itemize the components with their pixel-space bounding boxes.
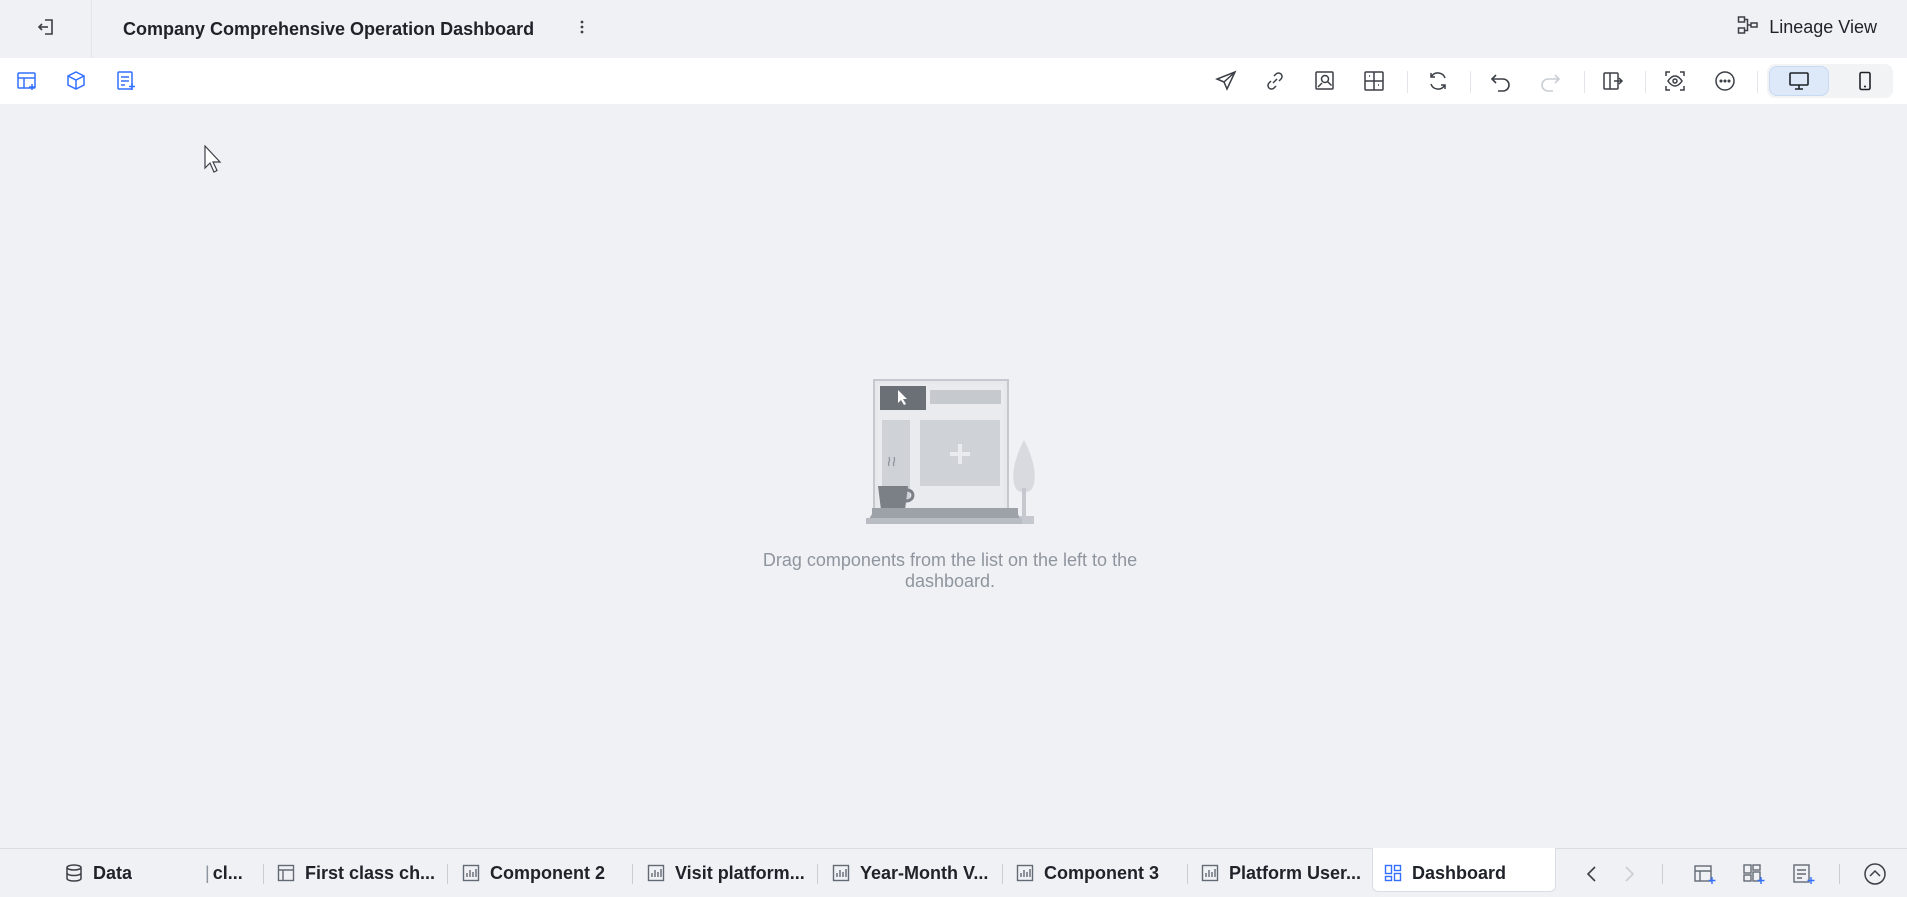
empty-state-message: Drag components from the list on the lef… — [762, 550, 1138, 591]
chart-icon — [1200, 863, 1220, 883]
exit-icon — [36, 17, 56, 42]
tab-platform-user[interactable]: Platform User... — [1200, 855, 1361, 891]
refresh-icon — [1430, 72, 1446, 90]
send-button[interactable] — [1214, 69, 1238, 93]
tab-label: First class ch... — [305, 862, 436, 883]
toolbar — [0, 58, 1907, 104]
send-icon — [1215, 70, 1237, 91]
title-more-button[interactable] — [572, 17, 592, 41]
mobile-mode-button[interactable] — [1845, 66, 1885, 96]
link-icon — [1267, 72, 1283, 90]
back-button[interactable] — [0, 0, 92, 58]
chart-icon — [646, 863, 666, 883]
tab-partial-edge: | — [205, 862, 210, 883]
preview-button[interactable] — [1663, 69, 1687, 93]
redo-icon — [1541, 74, 1561, 92]
vertical-ellipsis-icon — [579, 19, 585, 40]
chart-icon — [1015, 863, 1035, 883]
dashboard-icon — [1383, 863, 1403, 883]
tab-label: cl... — [212, 862, 243, 883]
table-icon — [276, 863, 296, 883]
lineage-view-label: Lineage View — [1769, 17, 1877, 37]
mobile-icon — [1859, 71, 1871, 91]
chevron-left-icon — [1586, 866, 1596, 882]
link-button[interactable] — [1263, 69, 1287, 93]
tab-year-month[interactable]: Year-Month V... — [831, 855, 988, 891]
add-dashboard-icon — [1743, 864, 1765, 884]
tab-label: Dashboard — [1412, 862, 1507, 883]
undo-button[interactable] — [1489, 69, 1513, 93]
device-mode-switch — [1767, 64, 1893, 98]
image-search-icon — [1315, 71, 1334, 90]
page-title: Company Comprehensive Operation Dashboar… — [123, 18, 535, 39]
header: Company Comprehensive Operation Dashboar… — [0, 0, 1907, 58]
tab-label: Component 3 — [1044, 862, 1159, 883]
tab-partial[interactable]: | cl... — [205, 855, 255, 891]
tab-dashboard[interactable]: Dashboard — [1383, 855, 1506, 891]
desktop-icon — [1789, 72, 1809, 90]
tab-data[interactable]: Data — [64, 855, 132, 891]
add-text-icon — [117, 71, 135, 90]
collapse-up-icon — [1864, 863, 1886, 885]
database-icon — [64, 863, 84, 883]
lineage-view-button[interactable]: Lineage View — [1737, 15, 1877, 40]
empty-state-illustration — [864, 378, 1044, 535]
tab-component-2[interactable]: Component 2 — [461, 855, 605, 891]
tab-label: Visit platform... — [675, 862, 805, 883]
image-search-button[interactable] — [1313, 69, 1337, 93]
add-table-button[interactable] — [1692, 861, 1718, 887]
preview-icon — [1665, 71, 1685, 91]
collapse-tabs-button[interactable] — [1862, 861, 1888, 887]
chevron-right-icon — [1625, 866, 1635, 882]
tab-first-class-ch[interactable]: First class ch... — [276, 855, 435, 891]
exit-panel-icon — [1603, 72, 1624, 90]
undo-icon — [1490, 74, 1510, 92]
add-dashboard-button[interactable] — [1741, 861, 1767, 887]
add-chart-button[interactable] — [15, 69, 39, 93]
tabs-scroll-left-button[interactable] — [1579, 861, 1605, 887]
tab-label: Year-Month V... — [860, 862, 989, 883]
chart-icon — [461, 863, 481, 883]
layout-button[interactable] — [1362, 69, 1386, 93]
lineage-icon — [1737, 15, 1759, 40]
exit-panel-button[interactable] — [1601, 69, 1625, 93]
more-icon — [1715, 71, 1735, 91]
refresh-button[interactable] — [1426, 69, 1450, 93]
tabs-scroll-right-button[interactable] — [1616, 861, 1642, 887]
add-component-icon — [67, 71, 85, 90]
add-chart-icon — [17, 72, 36, 90]
more-button[interactable] — [1713, 69, 1737, 93]
add-sheet-button[interactable] — [1791, 861, 1817, 887]
add-component-button[interactable] — [64, 69, 88, 93]
add-table-icon — [1694, 865, 1716, 884]
redo-button[interactable] — [1538, 69, 1562, 93]
tab-visit-platform[interactable]: Visit platform... — [646, 855, 805, 891]
add-sheet-icon — [1793, 864, 1815, 884]
chart-icon — [831, 863, 851, 883]
add-text-button[interactable] — [114, 69, 138, 93]
tab-label: Component 2 — [490, 862, 605, 883]
layout-icon — [1364, 71, 1384, 91]
mouse-cursor-icon — [204, 144, 224, 180]
tab-component-3[interactable]: Component 3 — [1015, 855, 1159, 891]
tab-label: Platform User... — [1229, 862, 1362, 883]
tab-label: Data — [93, 862, 133, 883]
desktop-mode-button[interactable] — [1769, 66, 1829, 96]
bottom-tab-bar: Data | cl... First class ch... Component… — [0, 848, 1907, 897]
